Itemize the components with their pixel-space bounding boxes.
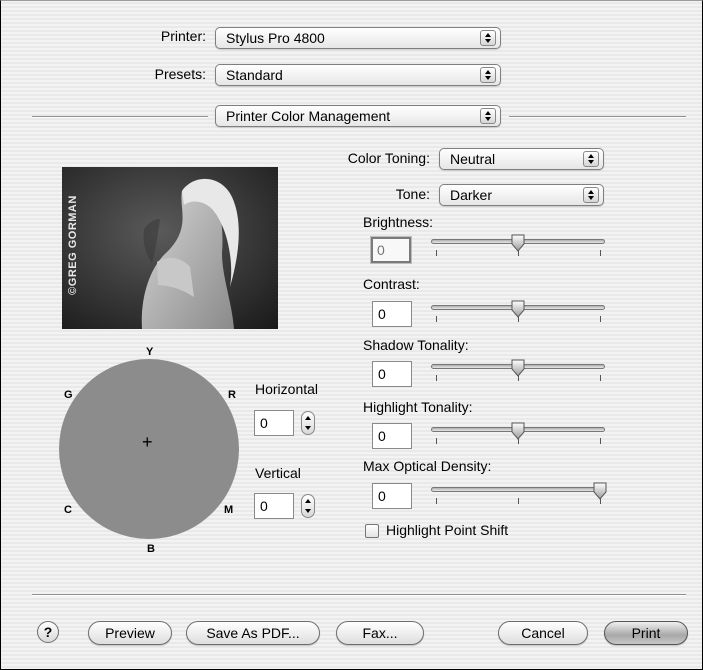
horizontal-label: Horizontal	[255, 381, 319, 397]
max-optical-density-label: Max Optical Density:	[363, 458, 492, 474]
brightness-field[interactable]: 0	[371, 237, 411, 263]
color-toning-value: Neutral	[450, 151, 496, 167]
tone-value: Darker	[450, 187, 493, 203]
wheel-label-y: Y	[146, 346, 154, 358]
slider-tick	[436, 250, 437, 256]
wheel-label-c: C	[64, 504, 72, 516]
vertical-field[interactable]: 0	[254, 493, 294, 519]
contrast-label: Contrast:	[363, 276, 420, 292]
popup-arrows-icon	[480, 67, 496, 83]
wheel-label-r: R	[228, 389, 236, 401]
presets-popup[interactable]: Standard	[215, 64, 501, 86]
wheel-label-b: B	[147, 543, 155, 555]
popup-arrows-icon	[480, 108, 496, 124]
tone-popup[interactable]: Darker	[439, 184, 604, 206]
bottom-separator	[32, 594, 686, 596]
slider-knob-icon[interactable]	[510, 234, 526, 252]
panel-value: Printer Color Management	[226, 108, 391, 124]
print-button[interactable]: Print	[604, 621, 688, 645]
slider-tick	[600, 316, 601, 322]
presets-label: Presets:	[154, 66, 206, 82]
fax-button[interactable]: Fax...	[336, 621, 424, 645]
slider-tick	[600, 250, 601, 256]
max-optical-density-field[interactable]: 0	[372, 483, 412, 509]
highlight-tonality-field[interactable]: 0	[372, 423, 412, 449]
wheel-label-g: G	[64, 389, 73, 401]
slider-tick	[600, 375, 601, 381]
shadow-tonality-field[interactable]: 0	[372, 361, 412, 387]
tone-label: Tone:	[395, 186, 430, 202]
color-toning-label: Color Toning:	[347, 150, 430, 166]
printer-label: Printer:	[160, 28, 206, 44]
highlight-tonality-label: Highlight Tonality:	[363, 399, 473, 415]
brightness-label: Brightness:	[363, 214, 434, 230]
slider-tick	[518, 498, 519, 504]
help-button[interactable]: ?	[37, 621, 59, 643]
preview-image: ©GREG GORMAN	[62, 167, 278, 329]
slider-knob-icon[interactable]	[510, 422, 526, 440]
highlight-point-shift-checkbox[interactable]	[365, 524, 379, 538]
photo-credit: ©GREG GORMAN	[67, 195, 79, 295]
slider-tick	[436, 498, 437, 504]
preview-button[interactable]: Preview	[88, 621, 172, 645]
panel-popup[interactable]: Printer Color Management	[215, 105, 501, 127]
slider-track[interactable]	[431, 487, 605, 492]
color-toning-popup[interactable]: Neutral	[439, 148, 604, 170]
save-as-pdf-button[interactable]: Save As PDF...	[186, 621, 320, 645]
slider-tick	[436, 316, 437, 322]
popup-arrows-icon	[583, 187, 599, 203]
separator-right	[509, 116, 686, 118]
slider-knob-icon[interactable]	[510, 300, 526, 318]
popup-arrows-icon	[583, 151, 599, 167]
slider-tick	[436, 438, 437, 444]
vertical-stepper[interactable]	[301, 494, 315, 518]
printer-popup[interactable]: Stylus Pro 4800	[215, 27, 501, 49]
popup-arrows-icon	[480, 30, 496, 46]
crosshair-icon[interactable]: +	[142, 433, 153, 451]
print-dialog	[0, 0, 703, 670]
photo-portrait	[62, 167, 278, 329]
contrast-field[interactable]: 0	[372, 301, 412, 327]
slider-knob-icon[interactable]	[510, 359, 526, 377]
wheel-label-m: M	[224, 504, 234, 516]
horizontal-field[interactable]: 0	[254, 410, 294, 436]
highlight-point-shift-label: Highlight Point Shift	[386, 522, 509, 538]
presets-value: Standard	[226, 67, 283, 83]
separator-left	[32, 116, 208, 118]
vertical-label: Vertical	[255, 465, 301, 481]
slider-knob-icon[interactable]	[592, 482, 608, 500]
shadow-tonality-label: Shadow Tonality:	[363, 337, 469, 353]
slider-tick	[600, 438, 601, 444]
cancel-button[interactable]: Cancel	[498, 621, 588, 645]
slider-tick	[436, 375, 437, 381]
horizontal-stepper[interactable]	[301, 411, 315, 435]
printer-value: Stylus Pro 4800	[226, 30, 325, 46]
color-wheel[interactable]: +	[59, 359, 239, 539]
